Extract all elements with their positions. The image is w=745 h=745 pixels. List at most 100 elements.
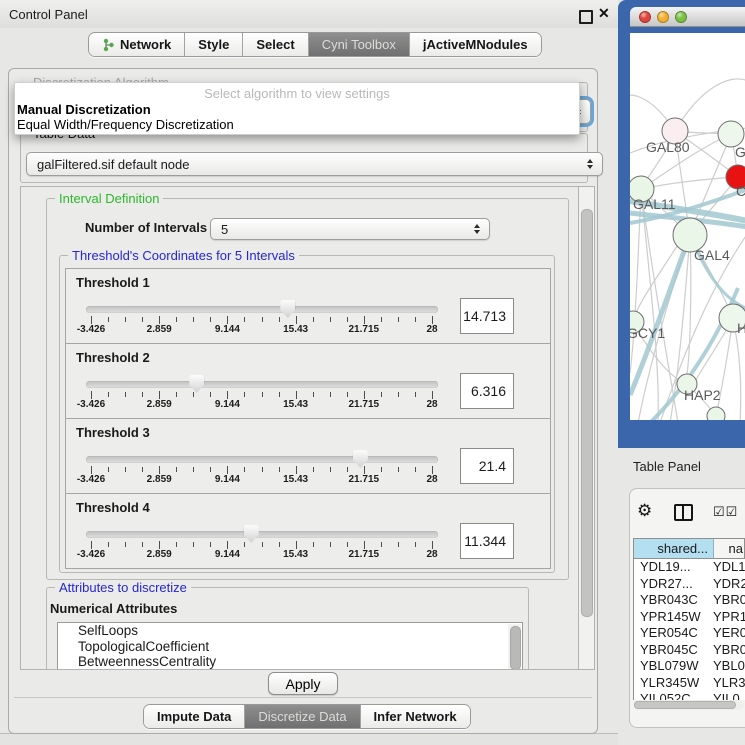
slider-tick-label: 9.144 [215, 399, 240, 410]
threshold-4-value-field[interactable]: 11.344 [460, 523, 514, 559]
cell-name[interactable]: YDL1 [709, 559, 745, 576]
slider-tick-label: 2.859 [147, 399, 172, 410]
threshold-3-slider-thumb[interactable] [353, 450, 368, 468]
cell-name[interactable]: YBR0 [709, 592, 745, 609]
apply-button[interactable]: Apply [268, 672, 338, 695]
cell-name[interactable]: YER0 [709, 625, 745, 642]
table-data-group: Table Data galFiltered.sif default node [20, 133, 588, 183]
network-node[interactable] [707, 407, 725, 420]
control-panel-window: Control Panel ✕ NetworkStyleSelectCyni T… [0, 0, 618, 734]
threshold-2-slider-thumb[interactable] [189, 375, 204, 393]
network-window-titlebar[interactable] [630, 7, 745, 27]
cell-name[interactable]: YLR3 [709, 675, 745, 692]
network-node-label: GCY1 [630, 325, 665, 341]
cell-shared-name[interactable]: YPR145W [634, 609, 709, 626]
tab-select[interactable]: Select [243, 33, 308, 56]
algorithm-dropdown-popup: Select algorithm to view settings Manual… [14, 82, 580, 135]
threshold-4-slider-track[interactable] [86, 531, 438, 538]
cell-shared-name[interactable]: YIL052C [634, 691, 709, 700]
tab-infer-network[interactable]: Infer Network [361, 705, 470, 728]
tab-discretize-data[interactable]: Discretize Data [245, 705, 360, 728]
slider-tick [227, 541, 228, 549]
cell-name[interactable]: YIL0 [709, 691, 745, 700]
number-of-intervals-select[interactable]: 5 [210, 218, 490, 240]
cell-shared-name[interactable]: YER054C [634, 625, 709, 642]
table-row[interactable]: YDR27...YDR2 [634, 576, 745, 593]
settings-vertical-scrollbar[interactable] [578, 187, 594, 669]
attribute-item-selfloops[interactable]: SelfLoops [58, 623, 522, 639]
cell-shared-name[interactable]: YBR045C [634, 642, 709, 659]
slider-tick [108, 317, 109, 322]
threshold-1-value-field[interactable]: 14.713 [460, 298, 514, 334]
menu-item-equal-width-frequency-discretization[interactable]: Equal Width/Frequency Discretization [17, 117, 234, 132]
slider-tick [142, 467, 143, 472]
slider-tick [279, 467, 280, 472]
cell-shared-name[interactable]: YLR345W [634, 675, 709, 692]
table-row[interactable]: YLR345WYLR3 [634, 675, 745, 692]
network-node-label: GAL11 [633, 196, 676, 212]
cell-shared-name[interactable]: YDR27... [634, 576, 709, 593]
table-row[interactable]: YPR145WYPR1 [634, 609, 745, 626]
threshold-3-slider-track[interactable] [86, 456, 438, 463]
interval-definition-title: Interval Definition [55, 191, 163, 206]
attribute-item-topologicalcoefficient[interactable]: TopologicalCoefficient [58, 639, 522, 655]
threshold-3-value-field[interactable]: 21.4 [460, 448, 514, 484]
network-view-canvas[interactable]: GAL80GACGAL11GAL4GCY1HHAP2 [630, 33, 745, 420]
tab-jactivemnodules[interactable]: jActiveMNodules [410, 33, 541, 56]
threshold-3-label: Threshold 3 [76, 425, 150, 440]
attribute-item-betweennesscentrality[interactable]: BetweennessCentrality [58, 654, 522, 670]
select-columns-icons[interactable]: ☑☑ [713, 504, 738, 520]
menu-item-manual-discretization[interactable]: Manual Discretization [17, 102, 151, 117]
gear-icon[interactable]: ⚙ [637, 501, 652, 521]
maximize-traffic-light[interactable] [675, 11, 687, 23]
column-header-name[interactable]: na [714, 539, 744, 558]
tab-cyni-toolbox[interactable]: Cyni Toolbox [309, 33, 410, 56]
slider-tick [347, 467, 348, 472]
tab-label: jActiveMNodules [423, 37, 528, 52]
tab-impute-data[interactable]: Impute Data [144, 705, 245, 728]
control-panel-titlebar[interactable] [0, 0, 618, 28]
threshold-4-row: Threshold 4-3.4262.8599.14415.4321.71528… [65, 493, 551, 569]
table-row[interactable]: YBL079WYBL0 [634, 658, 745, 675]
threshold-2-value-field[interactable]: 6.316 [460, 373, 514, 409]
table-row[interactable]: YBR045CYBR0 [634, 642, 745, 659]
cell-name[interactable]: YBR0 [709, 642, 745, 659]
threshold-1-slider-track[interactable] [86, 306, 438, 313]
table-row[interactable]: YBR043CYBR0 [634, 592, 745, 609]
threshold-1-slider-thumb[interactable] [280, 300, 295, 318]
slider-tick [432, 316, 433, 324]
slider-tick [398, 542, 399, 547]
tab-network[interactable]: Network [89, 33, 185, 56]
slider-tick [125, 317, 126, 322]
threshold-2-slider-track[interactable] [86, 381, 438, 388]
slider-tick [262, 392, 263, 397]
column-header-shared-name[interactable]: shared... [634, 539, 714, 558]
slider-tick [262, 317, 263, 322]
slider-tick [210, 542, 211, 547]
slider-tick [91, 391, 92, 399]
threshold-4-slider-thumb[interactable] [244, 525, 259, 543]
threshold-4-label: Threshold 4 [76, 500, 150, 515]
tab-style[interactable]: Style [185, 33, 243, 56]
cell-shared-name[interactable]: YBL079W [634, 658, 709, 675]
cell-shared-name[interactable]: YDL19... [634, 559, 709, 576]
slider-tick [364, 541, 365, 549]
table-row[interactable]: YIL052CYIL0 [634, 691, 745, 700]
cell-name[interactable]: YBL0 [709, 658, 745, 675]
cell-shared-name[interactable]: YBR043C [634, 592, 709, 609]
tab-label: Network [120, 37, 171, 52]
table-horizontal-scrollbar[interactable] [633, 700, 744, 710]
slider-tick [296, 391, 297, 399]
table-data-select[interactable]: galFiltered.sif default node [26, 152, 603, 176]
close-icon[interactable]: ✕ [598, 5, 610, 22]
cell-name[interactable]: YPR1 [709, 609, 745, 626]
attributes-list-scrollbar[interactable] [508, 624, 521, 670]
slider-tick [432, 541, 433, 549]
float-window-icon[interactable] [579, 10, 593, 24]
table-row[interactable]: YDL19...YDL1 [634, 559, 745, 576]
split-pane-icon[interactable] [674, 504, 693, 521]
cell-name[interactable]: YDR2 [709, 576, 745, 593]
close-traffic-light[interactable] [639, 11, 651, 23]
table-row[interactable]: YER054CYER0 [634, 625, 745, 642]
minimize-traffic-light[interactable] [657, 11, 669, 23]
